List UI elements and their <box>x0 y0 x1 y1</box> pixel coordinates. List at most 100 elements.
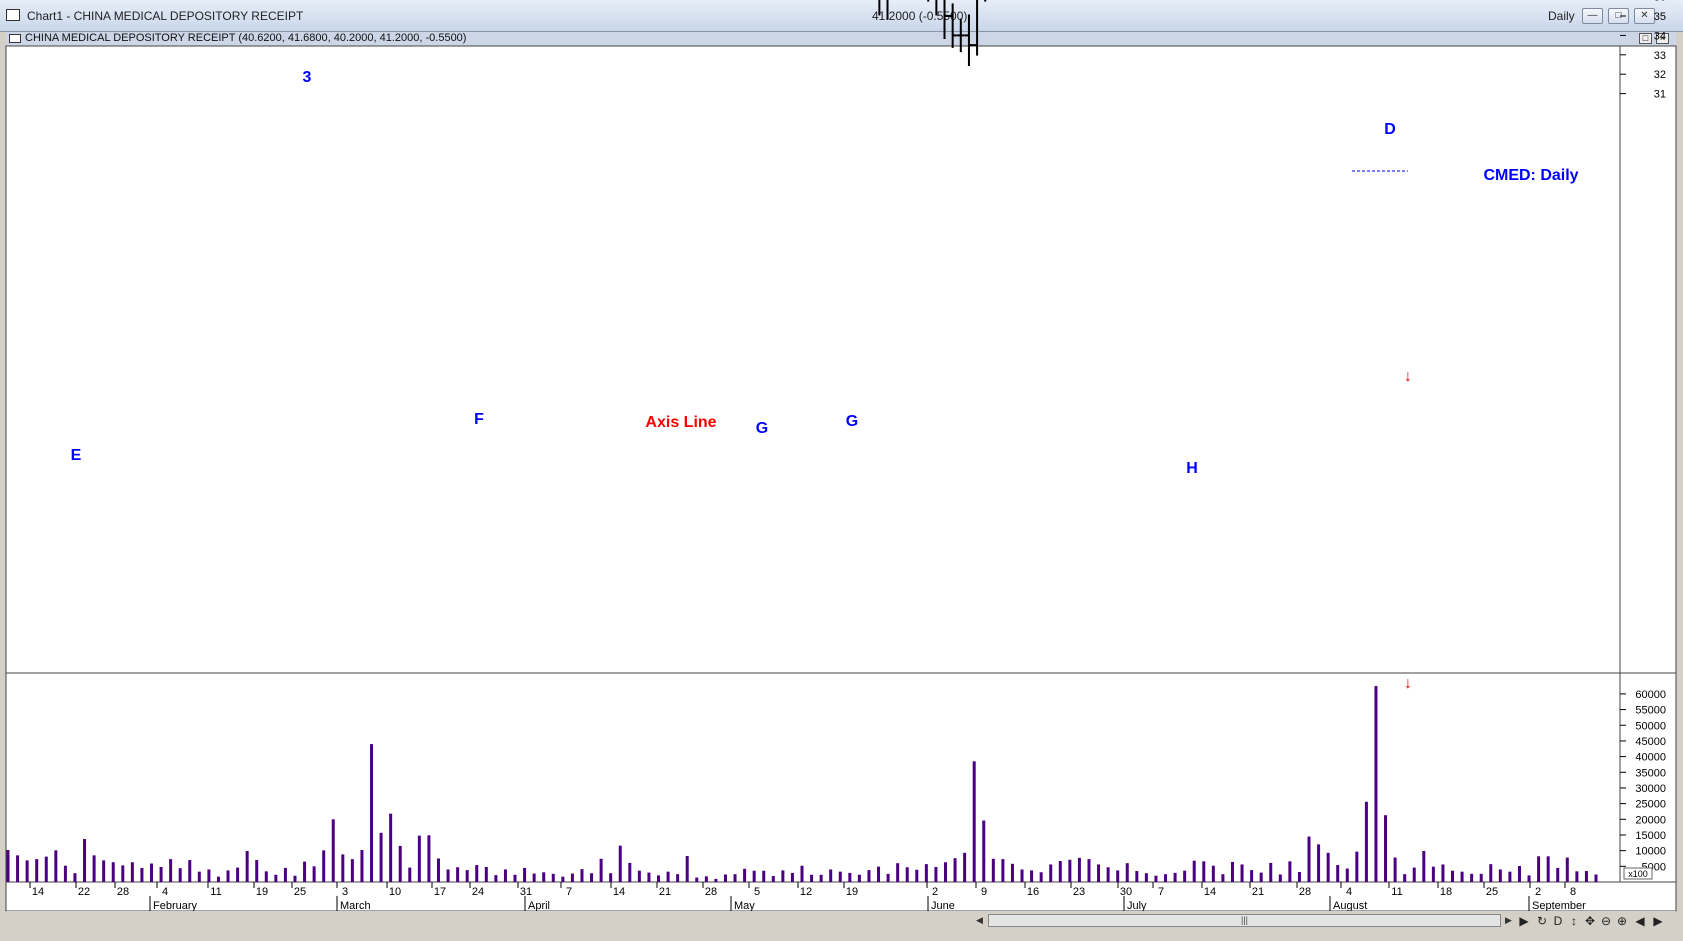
wave-label: G <box>756 420 768 437</box>
pan-all-icon[interactable]: ✥ <box>1582 913 1598 929</box>
volume-bar <box>599 858 603 882</box>
volume-bar <box>1479 873 1483 882</box>
volume-bar <box>1470 873 1474 882</box>
date-day-label: 19 <box>846 886 858 898</box>
date-day-label: 14 <box>32 886 44 898</box>
date-day-label: 31 <box>520 886 532 898</box>
volume-bar <box>1422 850 1426 882</box>
volume-bar <box>92 855 96 882</box>
date-day-label: 8 <box>1570 886 1576 898</box>
zoom-out-icon[interactable]: ⊖ <box>1598 913 1614 929</box>
volume-bar <box>723 874 727 882</box>
scroll-left-arrow[interactable]: ◀ <box>973 914 986 927</box>
volume-bar <box>503 869 507 882</box>
volume-bar <box>896 863 900 882</box>
price-tick-label: 32 <box>1654 69 1666 81</box>
volume-bar <box>83 839 87 882</box>
volume-bar <box>1049 864 1053 882</box>
wave-label: 3 <box>303 69 312 86</box>
volume-tick-label: 40000 <box>1635 752 1666 764</box>
volume-bar <box>25 860 29 882</box>
volume-bar <box>1393 857 1397 882</box>
date-day-label: 19 <box>256 886 268 898</box>
date-day-label: 25 <box>294 886 306 898</box>
volume-bar <box>1451 870 1455 882</box>
date-day-label: 11 <box>210 886 221 898</box>
volume-bar <box>1116 870 1120 882</box>
price-tick-label: 34 <box>1654 30 1666 42</box>
volume-bar <box>637 870 641 882</box>
volume-bar <box>1240 864 1244 882</box>
scroll-end-icon[interactable]: ▶ <box>1516 913 1532 929</box>
pan-vertical-icon[interactable]: ↕ <box>1566 913 1582 929</box>
volume-bar <box>322 850 326 882</box>
volume-bar <box>1144 873 1148 882</box>
date-day-label: 23 <box>1073 886 1085 898</box>
volume-bar <box>934 866 938 882</box>
volume-bar <box>1135 871 1139 882</box>
volume-bar <box>905 867 909 882</box>
date-day-label: 4 <box>1346 886 1352 898</box>
volume-bar <box>417 835 421 882</box>
chart-title-label: CMED: Daily <box>1483 167 1578 184</box>
axis-line-label: Axis Line <box>645 414 716 431</box>
volume-bar <box>810 874 814 882</box>
volume-bar <box>1431 866 1435 882</box>
volume-bar <box>207 869 211 882</box>
draw-tool-icon[interactable]: D <box>1550 913 1566 929</box>
volume-bar <box>1221 874 1225 882</box>
volume-bar <box>561 876 565 882</box>
volume-bar <box>264 871 268 882</box>
zoom-in-icon[interactable]: ⊕ <box>1614 913 1630 929</box>
volume-bar <box>102 860 106 882</box>
volume-bar <box>1173 872 1177 882</box>
volume-bar <box>590 873 594 882</box>
wave-label: G <box>846 413 858 430</box>
volume-bar <box>848 872 852 882</box>
volume-bar <box>1211 865 1215 882</box>
price-tick-label: 31 <box>1654 89 1666 101</box>
volume-bar <box>695 877 699 882</box>
price-volume-chart[interactable]: 5958575655545352515049484746454443424140… <box>0 0 1683 941</box>
wave-label: F <box>474 411 484 428</box>
volume-bar <box>972 761 976 882</box>
volume-bar <box>1527 875 1531 882</box>
volume-bar <box>1068 859 1072 882</box>
date-day-label: 17 <box>434 886 446 898</box>
volume-bar <box>1556 867 1560 882</box>
volume-bar <box>800 865 804 882</box>
volume-bar <box>857 874 861 882</box>
volume-bar <box>704 876 708 882</box>
volume-bar <box>1489 864 1493 882</box>
volume-bar <box>1546 856 1550 882</box>
volume-bar <box>982 820 986 882</box>
volume-bar <box>1307 836 1311 882</box>
volume-bar <box>1087 859 1091 882</box>
volume-bar <box>446 869 450 882</box>
volume-bar <box>829 869 833 882</box>
scroll-right-arrow[interactable]: ▶ <box>1502 914 1515 927</box>
volume-tick-label: 25000 <box>1635 799 1666 811</box>
volume-bar <box>877 866 881 882</box>
volume-bar <box>991 858 995 882</box>
horizontal-scrollbar[interactable]: ||| <box>988 914 1501 927</box>
volume-bar <box>867 870 871 882</box>
scroll-back-icon[interactable]: ◀ <box>1632 913 1648 929</box>
volume-bar <box>1125 863 1129 882</box>
volume-bar <box>398 845 402 882</box>
volume-bar <box>456 867 460 882</box>
volume-bar <box>963 852 967 882</box>
volume-bar <box>1202 861 1206 882</box>
refresh-icon[interactable]: ↻ <box>1534 913 1550 929</box>
volume-tick-label: 30000 <box>1635 783 1666 795</box>
volume-bar <box>762 870 766 882</box>
volume-bar <box>1345 868 1349 882</box>
volume-bar <box>542 872 546 882</box>
scroll-forward-icon[interactable]: ▶ <box>1650 913 1666 929</box>
volume-bar <box>35 859 39 882</box>
chart-frame <box>5 45 1677 912</box>
volume-bar <box>1565 857 1569 882</box>
volume-bar <box>752 870 756 882</box>
price-tick-label: 33 <box>1654 50 1666 62</box>
volume-bar <box>312 866 316 882</box>
